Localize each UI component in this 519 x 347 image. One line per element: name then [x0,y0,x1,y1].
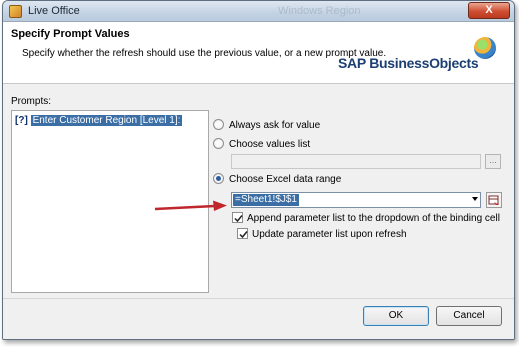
excel-range-dropdown[interactable]: =Sheet1!$J$1 [231,192,481,208]
append-param-checkbox[interactable]: Append parameter list to the dropdown of… [232,211,500,226]
chevron-down-icon[interactable] [472,197,478,201]
update-param-checkbox[interactable]: Update parameter list upon refresh [237,227,407,242]
cancel-button[interactable]: Cancel [436,306,502,326]
excel-range-value: =Sheet1!$J$1 [233,194,299,206]
background-window-title: Windows Region [278,5,361,17]
values-list-field[interactable] [231,154,481,169]
browse-values-button[interactable]: ... [485,154,501,169]
excel-range-label: Choose Excel data range [229,174,342,185]
ok-button[interactable]: OK [363,306,429,326]
always-ask-label: Always ask for value [229,120,321,131]
page-description: Specify whether the refresh should use t… [22,48,387,59]
brand-text: SAP BusinessObjects [338,55,479,71]
window-title: Live Office [28,5,80,17]
dialog-header: Specify Prompt Values Specify whether th… [3,22,514,84]
range-picker-icon [488,195,499,205]
choose-values-radio[interactable]: Choose values list [213,137,311,152]
prompts-label: Prompts: [11,96,52,107]
checkbox-checked[interactable] [237,227,248,239]
checkbox-checked[interactable] [232,211,243,223]
radio-button-selected[interactable] [213,172,224,184]
append-param-label: Append parameter list to the dropdown of… [247,213,500,224]
update-param-label: Update parameter list upon refresh [252,229,407,240]
annotation-arrow-icon [154,200,227,211]
select-range-button[interactable] [486,192,502,208]
radio-button[interactable] [213,137,224,149]
sap-businessobjects-logo: SAP BusinessObjects [338,37,498,75]
radio-button[interactable] [213,118,224,130]
check-icon [234,214,243,222]
close-button[interactable]: X [468,2,510,19]
prompt-label: Enter Customer Region [Level 1]: [30,115,183,126]
list-item[interactable]: [?] Enter Customer Region [Level 1]: [15,114,183,128]
page-title: Specify Prompt Values [11,28,130,40]
excel-range-radio[interactable]: Choose Excel data range [213,172,342,187]
businessobjects-globe-icon [474,37,496,59]
live-office-dialog: Live Office Windows Region X Specify Pro… [2,0,515,340]
always-ask-radio[interactable]: Always ask for value [213,118,321,133]
prompt-question-icon: [?] [15,115,28,126]
choose-values-label: Choose values list [229,139,311,150]
check-icon [239,230,248,238]
live-office-app-icon [9,5,22,18]
title-bar[interactable]: Live Office Windows Region X [3,1,514,22]
